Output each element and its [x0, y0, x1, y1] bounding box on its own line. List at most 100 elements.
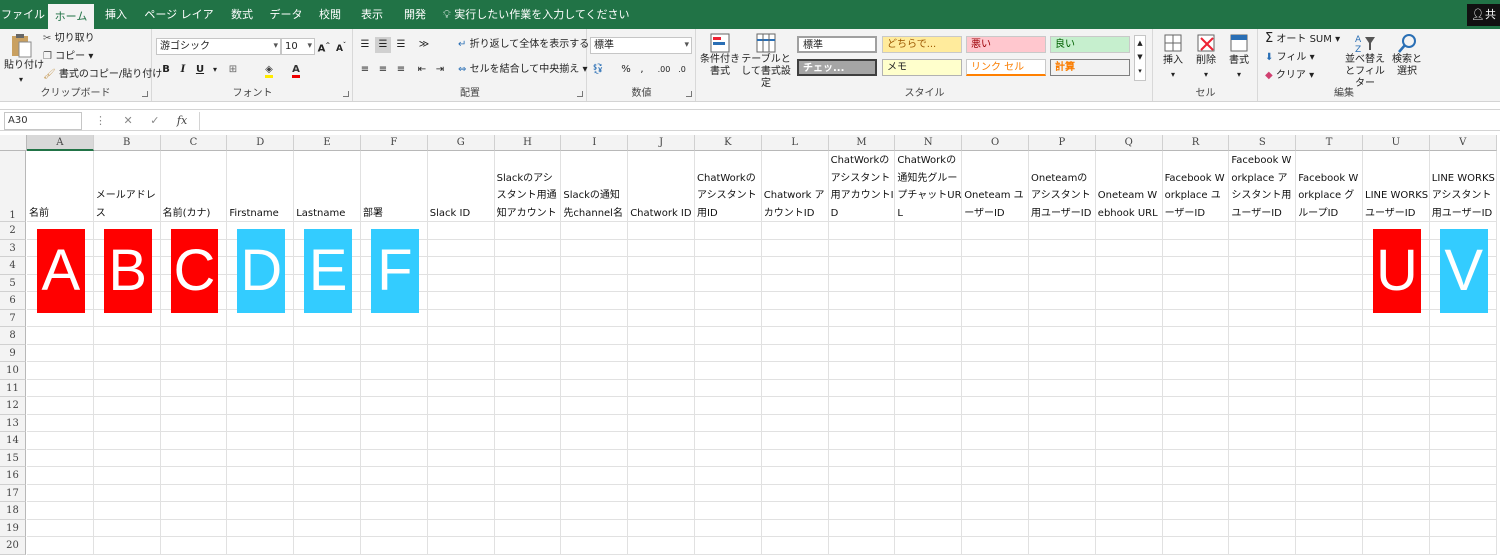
cell-k8[interactable]	[695, 327, 762, 345]
header-cell-v[interactable]: LINE WORKS アシスタント用ユーザーID	[1430, 151, 1497, 222]
cell-l12[interactable]	[761, 397, 829, 415]
row-header-15[interactable]: 15	[0, 449, 26, 467]
cell-k2[interactable]	[695, 222, 762, 240]
cell-c13[interactable]	[160, 414, 228, 432]
cell-c20[interactable]	[160, 537, 228, 555]
row-header-13[interactable]: 13	[0, 414, 26, 432]
cell-u17[interactable]	[1363, 484, 1430, 502]
cell-m6[interactable]	[828, 292, 896, 310]
row-header-16[interactable]: 16	[0, 467, 26, 485]
cell-j15[interactable]	[628, 449, 695, 467]
cell-q12[interactable]	[1095, 397, 1163, 415]
cell-t17[interactable]	[1296, 484, 1363, 502]
cell-m14[interactable]	[828, 432, 896, 450]
cell-n14[interactable]	[895, 432, 963, 450]
cell-v10[interactable]	[1429, 362, 1497, 380]
cell-o16[interactable]	[962, 467, 1029, 485]
cell-u10[interactable]	[1363, 362, 1430, 380]
cell-p20[interactable]	[1029, 537, 1096, 555]
cell-c15[interactable]	[160, 449, 228, 467]
cell-g6[interactable]	[427, 292, 495, 310]
header-cell-k[interactable]: ChatWorkのアシスタント用ID	[695, 151, 762, 222]
cell-i15[interactable]	[561, 449, 629, 467]
name-box[interactable]: A30	[4, 112, 82, 130]
cell-u8[interactable]	[1363, 327, 1430, 345]
cell-l10[interactable]	[761, 362, 829, 380]
column-header-v[interactable]: V	[1429, 135, 1497, 151]
cell-r9[interactable]	[1162, 344, 1230, 362]
cell-q10[interactable]	[1095, 362, 1163, 380]
cell-i14[interactable]	[561, 432, 629, 450]
cell-g12[interactable]	[427, 397, 495, 415]
cell-s11[interactable]	[1229, 379, 1297, 397]
cell-j17[interactable]	[628, 484, 695, 502]
column-header-p[interactable]: P	[1029, 135, 1096, 151]
cell-k18[interactable]	[695, 502, 762, 520]
cell-q3[interactable]	[1095, 239, 1163, 257]
cell-n16[interactable]	[895, 467, 963, 485]
cell-s9[interactable]	[1229, 344, 1297, 362]
cell-v18[interactable]	[1429, 502, 1497, 520]
cell-v8[interactable]	[1429, 327, 1497, 345]
header-cell-o[interactable]: Oneteam ユーザーID	[962, 151, 1029, 222]
column-header-o[interactable]: O	[962, 135, 1029, 151]
cell-s4[interactable]	[1229, 257, 1297, 275]
column-header-u[interactable]: U	[1363, 135, 1430, 151]
cell-q15[interactable]	[1095, 449, 1163, 467]
cell-e14[interactable]	[294, 432, 361, 450]
cell-q2[interactable]	[1095, 222, 1163, 240]
bold-button[interactable]: B	[158, 62, 174, 78]
cell-f17[interactable]	[361, 484, 428, 502]
row-header-18[interactable]: 18	[0, 502, 26, 520]
column-header-n[interactable]: N	[895, 135, 963, 151]
cell-h17[interactable]	[494, 484, 562, 502]
cell-i19[interactable]	[561, 519, 629, 537]
cell-k7[interactable]	[695, 309, 762, 327]
cell-g15[interactable]	[427, 449, 495, 467]
cell-d16[interactable]	[227, 467, 295, 485]
cell-m4[interactable]	[828, 257, 896, 275]
cell-k16[interactable]	[695, 467, 762, 485]
cell-n13[interactable]	[895, 414, 963, 432]
cell-g13[interactable]	[427, 414, 495, 432]
cell-o6[interactable]	[962, 292, 1029, 310]
style-calculation[interactable]: 計算	[1050, 59, 1130, 76]
cell-q19[interactable]	[1095, 519, 1163, 537]
cell-k11[interactable]	[695, 379, 762, 397]
column-header-r[interactable]: R	[1162, 135, 1230, 151]
cell-i12[interactable]	[561, 397, 629, 415]
cell-a19[interactable]	[27, 519, 94, 537]
cell-u12[interactable]	[1363, 397, 1430, 415]
header-cell-t[interactable]: Facebook Workplace グループID	[1296, 151, 1363, 222]
share-button[interactable]: 👤︎共有	[1467, 4, 1500, 43]
header-cell-u[interactable]: LINE WORKS ユーザーID	[1363, 151, 1430, 222]
cell-p5[interactable]	[1029, 274, 1096, 292]
cell-e12[interactable]	[294, 397, 361, 415]
cell-s3[interactable]	[1229, 239, 1297, 257]
cell-a17[interactable]	[27, 484, 94, 502]
cell-h20[interactable]	[494, 537, 562, 555]
cell-i17[interactable]	[561, 484, 629, 502]
cell-n11[interactable]	[895, 379, 963, 397]
cell-h13[interactable]	[494, 414, 562, 432]
cell-v11[interactable]	[1429, 379, 1497, 397]
row-header-4[interactable]: 4	[0, 257, 26, 275]
cell-t9[interactable]	[1296, 344, 1363, 362]
cell-p15[interactable]	[1029, 449, 1096, 467]
cell-v13[interactable]	[1429, 414, 1497, 432]
cell-k20[interactable]	[695, 537, 762, 555]
cell-l15[interactable]	[761, 449, 829, 467]
cell-h2[interactable]	[494, 222, 562, 240]
cell-b15[interactable]	[93, 449, 161, 467]
cell-s15[interactable]	[1229, 449, 1297, 467]
cell-o18[interactable]	[962, 502, 1029, 520]
cell-m20[interactable]	[828, 537, 896, 555]
cell-l4[interactable]	[761, 257, 829, 275]
tab-developer[interactable]: 開発	[395, 0, 435, 29]
column-header-q[interactable]: Q	[1095, 135, 1163, 151]
cell-u9[interactable]	[1363, 344, 1430, 362]
cell-u20[interactable]	[1363, 537, 1430, 555]
cell-t5[interactable]	[1296, 274, 1363, 292]
cell-s2[interactable]	[1229, 222, 1297, 240]
cell-o2[interactable]	[962, 222, 1029, 240]
